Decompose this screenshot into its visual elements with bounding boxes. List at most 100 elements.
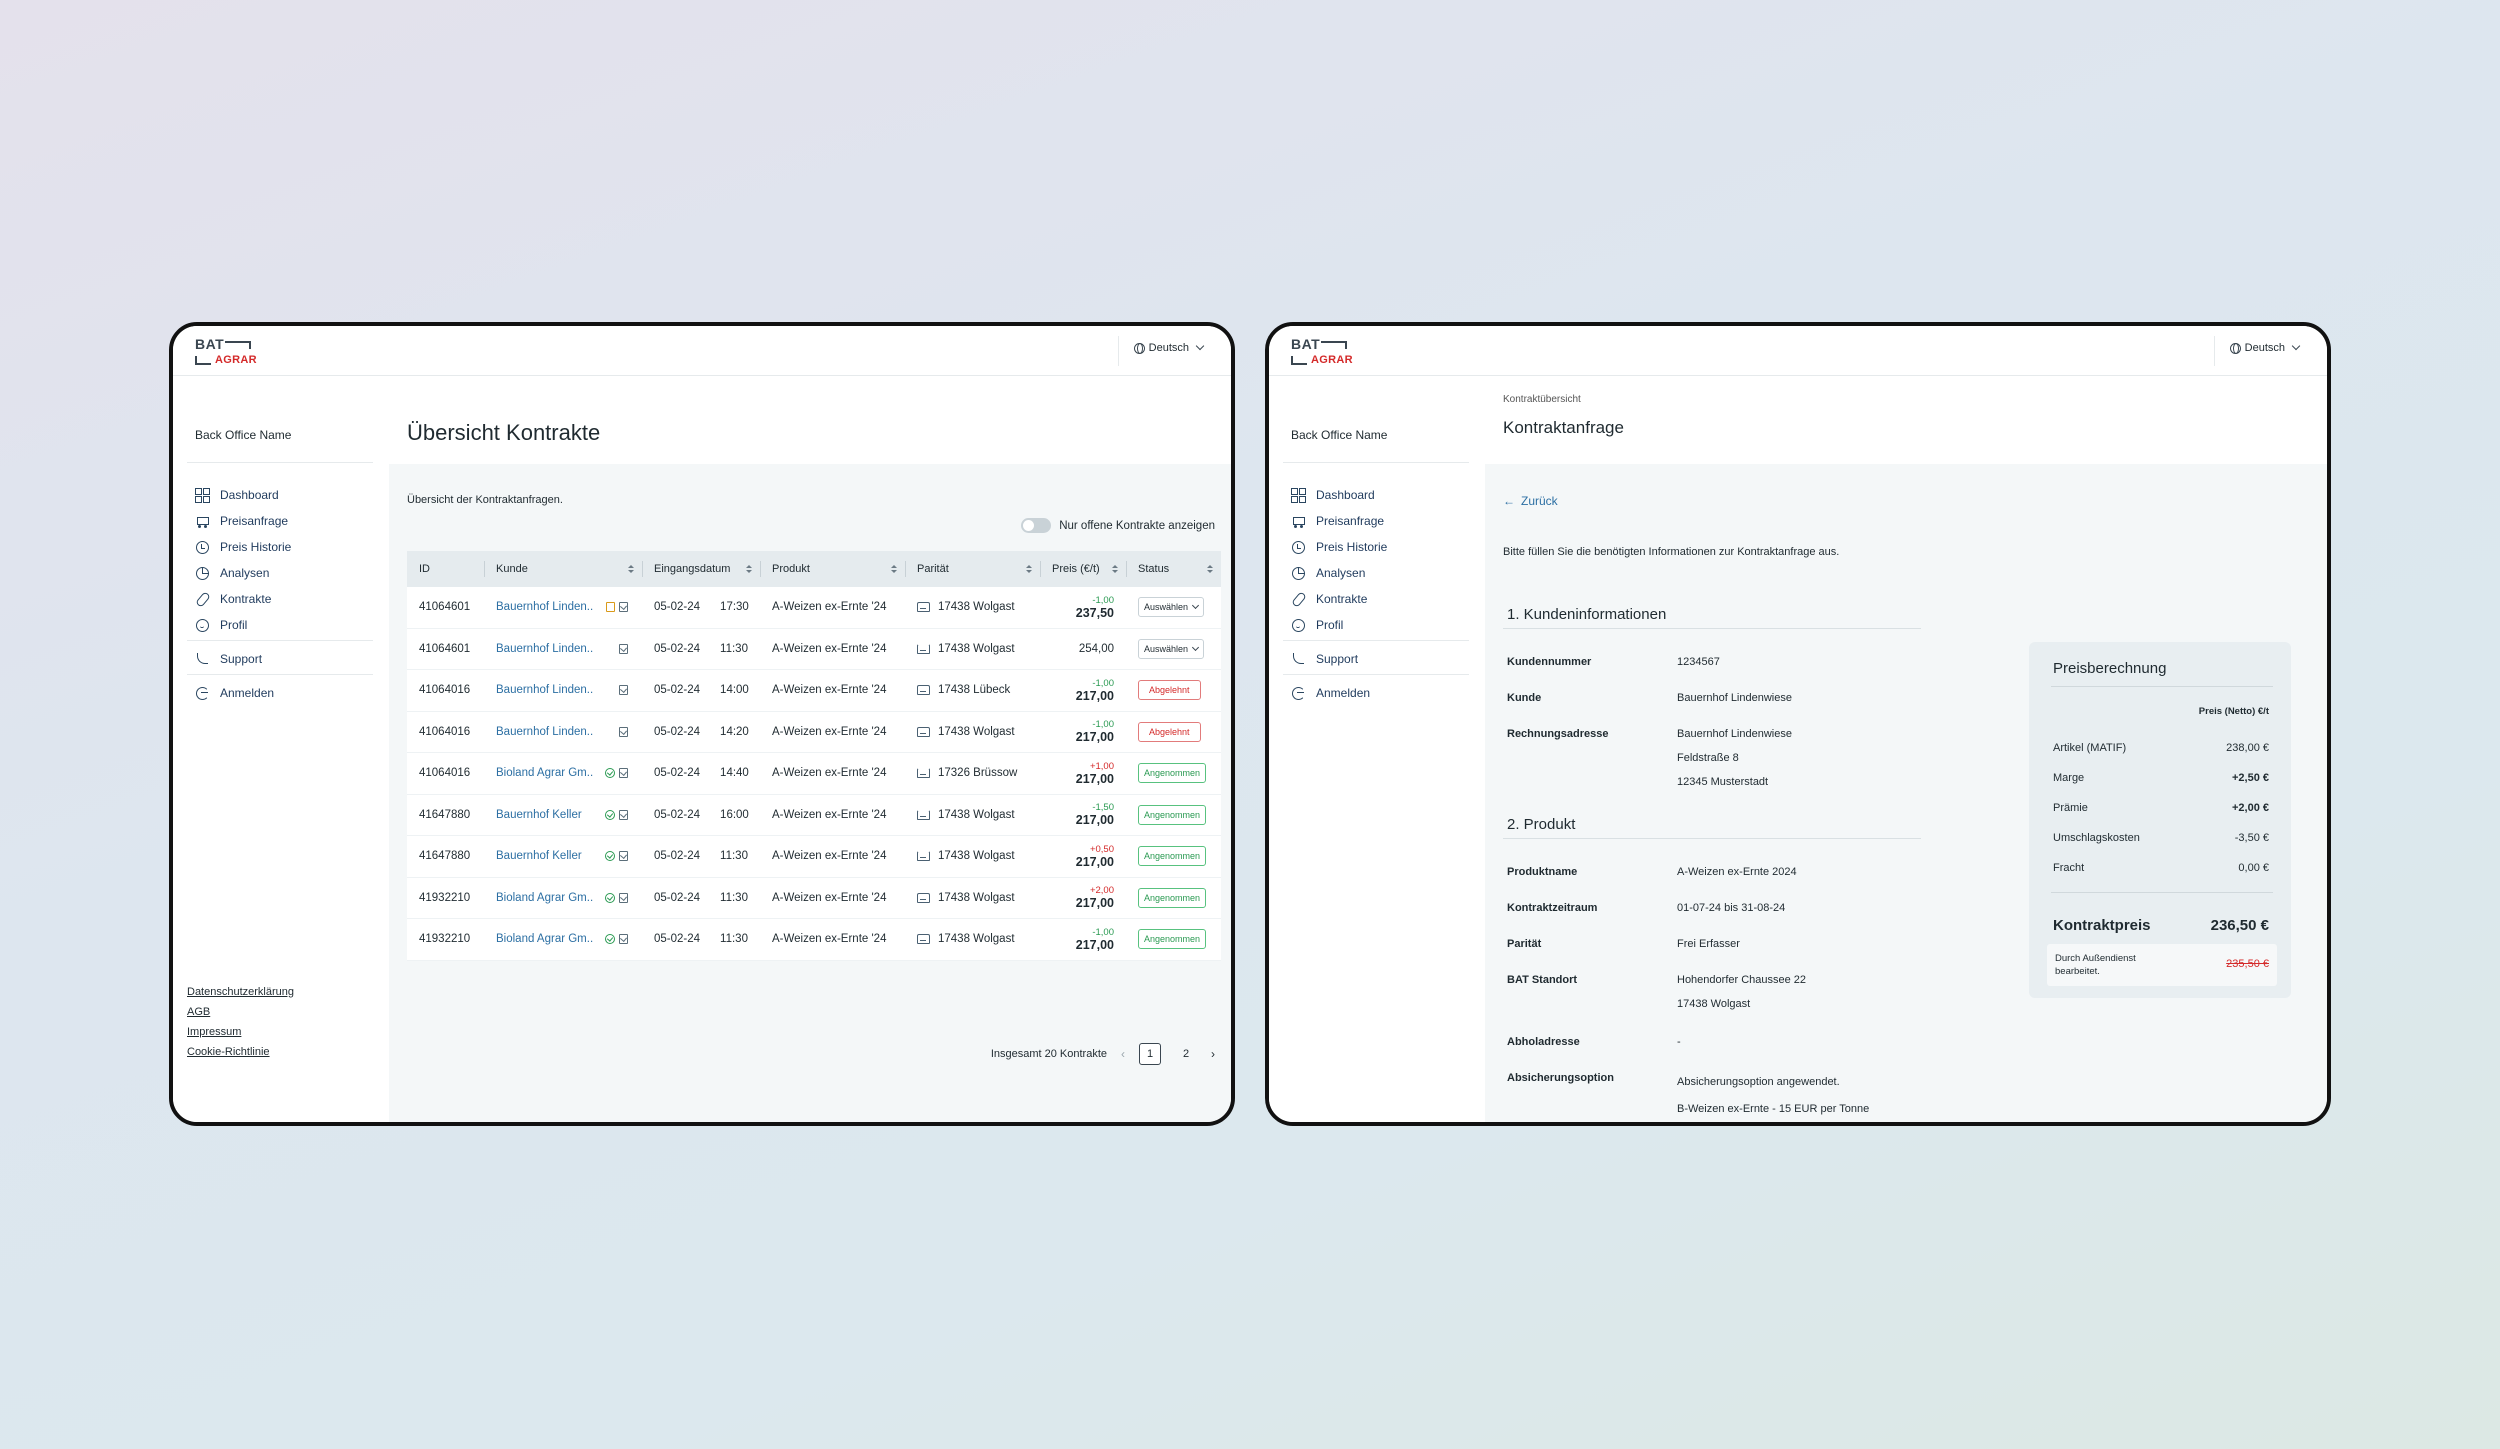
section-title-kundeninformationen: 1. Kundeninformationen — [1507, 606, 1667, 623]
column-header-produkt[interactable]: Produkt — [760, 551, 905, 587]
cell-status: Angenommen — [1126, 753, 1221, 794]
field-label-kontraktzeitraum: Kontraktzeitraum — [1507, 902, 1598, 914]
truck-icon — [917, 602, 930, 613]
price-row-artikel: Artikel (MATIF) 238,00 € — [2053, 742, 2269, 754]
column-header-kunde[interactable]: Kunde — [484, 551, 642, 587]
field-value-paritaet: Frei Erfasser — [1677, 938, 1740, 950]
customer-link[interactable]: Bioland Agrar Gm.. — [496, 933, 593, 945]
cell-date: 05-02-24 — [654, 642, 701, 655]
price-row-label: Fracht — [2053, 862, 2085, 874]
sidebar-item-dashboard[interactable]: Dashboard — [1291, 486, 1375, 504]
sidebar-item-support[interactable]: Support — [195, 650, 262, 668]
table-row[interactable]: 41932210 Bioland Agrar Gm.. 05-02-24 11:30 A… — [407, 919, 1221, 961]
page-header: Übersicht Kontrakte — [389, 376, 1231, 464]
price-delta: -1,00 — [1092, 677, 1114, 689]
price-value: 237,50 — [1075, 605, 1114, 620]
sidebar-item-analysen[interactable]: Analysen — [195, 564, 269, 582]
table-row[interactable]: 41064601 Bauernhof Linden.. 05-02-24 11:30 A… — [407, 628, 1221, 670]
sidebar-item-profil[interactable]: Profil — [195, 616, 247, 634]
column-header-paritaet[interactable]: Parität — [905, 551, 1040, 587]
customer-link[interactable]: Bauernhof Linden.. — [496, 601, 593, 613]
flag-icon — [619, 809, 628, 820]
sidebar-item-preis-historie[interactable]: Preis Historie — [195, 538, 291, 556]
language-selector[interactable]: Deutsch — [1133, 341, 1205, 354]
bat-agrar-logo[interactable]: BAT AGRAR — [1291, 336, 1353, 368]
open-contracts-toggle[interactable] — [1021, 518, 1052, 533]
table-row[interactable]: 41064016 Bauernhof Linden.. 05-02-24 14:20 A… — [407, 711, 1221, 753]
table-row[interactable]: 41064016 Bauernhof Linden.. 05-02-24 14:00 A… — [407, 670, 1221, 712]
price-delta: -1,00 — [1092, 594, 1114, 606]
footer-link-agb[interactable]: AGB — [187, 1006, 294, 1018]
sidebar-item-support[interactable]: Support — [1291, 650, 1358, 668]
table-row[interactable]: 41647880 Bauernhof Keller 05-02-24 16:00 A-W… — [407, 794, 1221, 836]
detail-device: BAT AGRAR Deutsch Back Office Name Dashb… — [1265, 322, 2331, 1126]
pagination-prev-button[interactable]: ‹ — [1121, 1047, 1125, 1061]
cell-preis: +0,50 217,00 — [1040, 836, 1126, 877]
column-header-label: Eingangsdatum — [654, 563, 731, 575]
cell-paritaet: 17438 Wolgast — [905, 587, 1040, 628]
truck-icon — [917, 934, 930, 945]
footer-link-datenschutz[interactable]: Datenschutzerklärung — [187, 986, 294, 998]
column-header-eingangsdatum[interactable]: Eingangsdatum — [642, 551, 760, 587]
sidebar-item-anmelden[interactable]: Anmelden — [1291, 684, 1370, 702]
pagination-page-1[interactable]: 1 — [1139, 1043, 1161, 1065]
contracts-table: ID Kunde Eingangsdatum Produkt Parität P… — [407, 551, 1221, 961]
cell-paritaet-text: 17438 Wolgast — [938, 933, 1015, 946]
form-intro: Bitte füllen Sie die benötigten Informat… — [1503, 546, 1840, 558]
sidebar-item-analysen[interactable]: Analysen — [1291, 564, 1365, 582]
sidebar-item-label: Anmelden — [1316, 686, 1371, 700]
sidebar-item-kontrakte[interactable]: Kontrakte — [195, 590, 271, 608]
customer-link[interactable]: Bauernhof Keller — [496, 850, 582, 862]
cell-date: 05-02-24 — [654, 891, 701, 904]
pagination-page-2[interactable]: 2 — [1175, 1043, 1197, 1065]
cell-paritaet-text: 17438 Wolgast — [938, 601, 1015, 614]
back-link[interactable]: ← Zurück — [1503, 494, 1558, 508]
sidebar-item-preisanfrage[interactable]: Preisanfrage — [1291, 512, 1384, 530]
price-row-praemie: Prämie +2,00 € — [2053, 802, 2269, 814]
cell-paritaet-text: 17438 Wolgast — [938, 850, 1015, 863]
cell-produkt: A-Weizen ex-Ernte '24 — [772, 891, 887, 904]
sidebar-item-kontrakte[interactable]: Kontrakte — [1291, 590, 1367, 608]
pagination-next-button[interactable]: › — [1211, 1047, 1215, 1061]
footer-link-cookie[interactable]: Cookie-Richtlinie — [187, 1046, 294, 1058]
customer-link[interactable]: Bauernhof Linden.. — [496, 726, 593, 738]
cell-time: 11:30 — [720, 891, 748, 904]
cell-date: 05-02-24 — [654, 808, 701, 821]
status-select[interactable]: Auswählen — [1138, 638, 1205, 659]
sidebar-item-preisanfrage[interactable]: Preisanfrage — [195, 512, 288, 530]
column-header-preis[interactable]: Preis (€/t) — [1040, 551, 1126, 587]
footer-link-impressum[interactable]: Impressum — [187, 1026, 294, 1038]
customer-link[interactable]: Bauernhof Linden.. — [496, 643, 593, 655]
sidebar-item-label: Profil — [220, 618, 248, 632]
sidebar-item-preis-historie[interactable]: Preis Historie — [1291, 538, 1387, 556]
table-row[interactable]: 41064601 Bauernhof Linden.. 05-02-24 17:30 A… — [407, 587, 1221, 629]
field-label-abholadresse: Abholadresse — [1507, 1036, 1580, 1048]
column-header-status[interactable]: Status — [1126, 551, 1221, 587]
language-selector[interactable]: Deutsch — [2229, 341, 2301, 354]
customer-link[interactable]: Bauernhof Keller — [496, 809, 582, 821]
table-row[interactable]: 41932210 Bioland Agrar Gm.. 05-02-24 11:30 A… — [407, 877, 1221, 919]
cell-produkt: A-Weizen ex-Ernte '24 — [772, 601, 887, 614]
flag-icon — [619, 768, 628, 778]
cell-eingangsdatum: 05-02-24 14:40 — [642, 753, 760, 794]
dashboard-grid-icon — [195, 487, 210, 503]
row-icons — [605, 768, 628, 778]
customer-link[interactable]: Bioland Agrar Gm.. — [496, 892, 593, 904]
table-row[interactable]: 41064016 Bioland Agrar Gm.. 05-02-24 14:40 A… — [407, 753, 1221, 795]
logo-agrar-text: AGRAR — [215, 354, 257, 366]
cell-date: 05-02-24 — [654, 601, 701, 614]
status-select[interactable]: Auswählen — [1138, 597, 1205, 618]
status-badge: Angenommen — [1138, 804, 1207, 825]
field-label-kundennummer: Kundennummer — [1507, 656, 1592, 668]
bat-agrar-logo[interactable]: BAT AGRAR — [195, 336, 257, 368]
breadcrumb[interactable]: Kontraktübersicht — [1503, 394, 1581, 405]
sort-icon — [1207, 565, 1213, 573]
truck-icon — [917, 768, 930, 779]
sidebar-item-anmelden[interactable]: Anmelden — [195, 684, 274, 702]
customer-link[interactable]: Bioland Agrar Gm.. — [496, 767, 593, 779]
logo-bat-text: BAT — [1291, 336, 1321, 352]
table-row[interactable]: 41647880 Bauernhof Keller 05-02-24 11:30 A-W… — [407, 836, 1221, 878]
sidebar-item-profil[interactable]: Profil — [1291, 616, 1343, 634]
sidebar-item-dashboard[interactable]: Dashboard — [195, 486, 279, 504]
customer-link[interactable]: Bauernhof Linden.. — [496, 684, 593, 696]
